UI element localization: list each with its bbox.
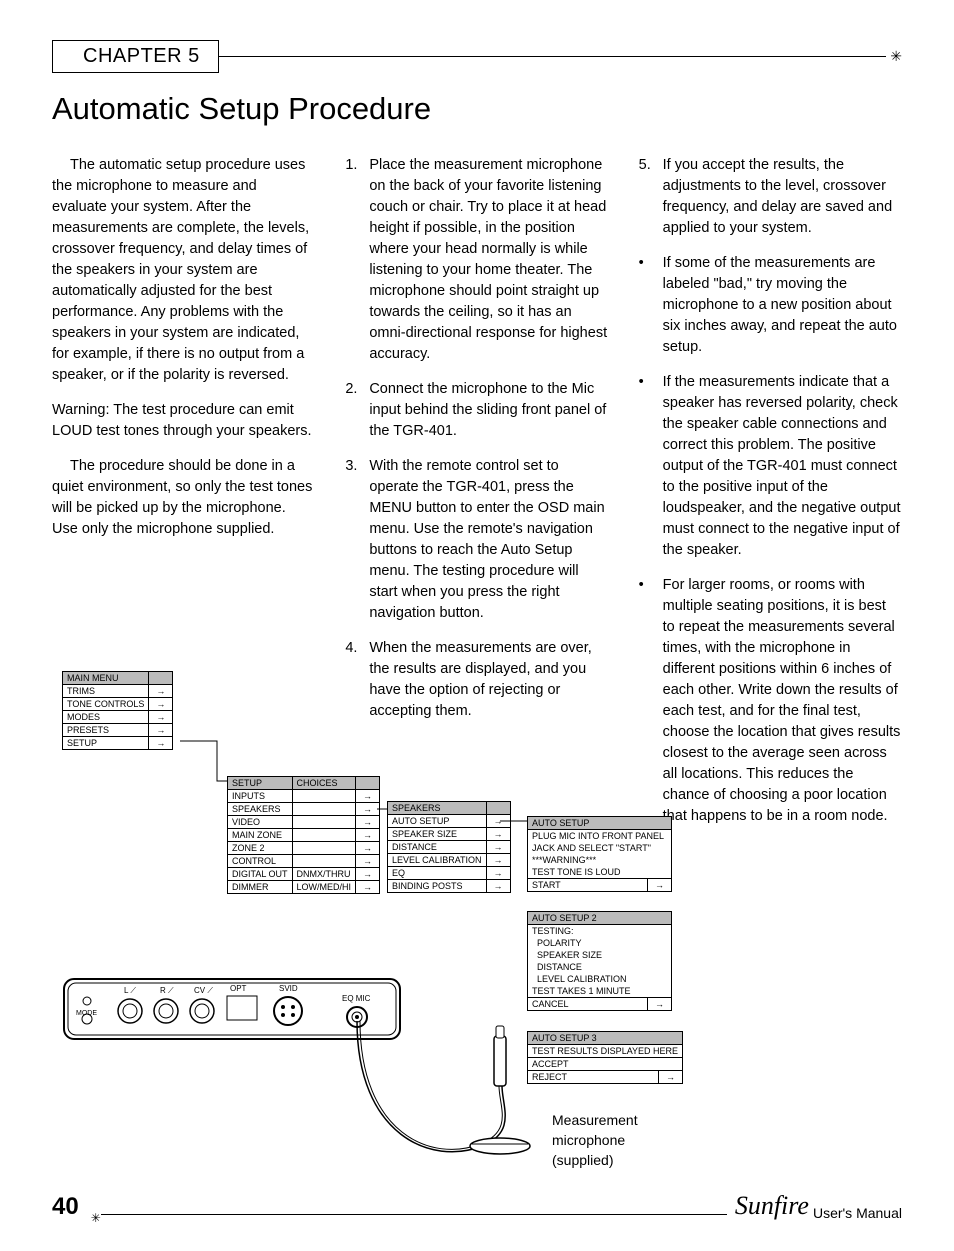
bullet-bad: •If some of the measurements are labeled… — [639, 253, 902, 358]
svg-text:CV ⟋: CV ⟋ — [194, 986, 213, 995]
svg-text:L ⟋: L ⟋ — [124, 986, 136, 995]
mic-cable-illustration — [352, 1016, 552, 1176]
page-title: Automatic Setup Procedure — [52, 91, 902, 127]
microphone-label: Measurement microphone (supplied) — [552, 1111, 638, 1170]
svg-text:MODE: MODE — [76, 1010, 97, 1017]
procedure-note: The procedure should be done in a quiet … — [52, 456, 315, 540]
warning-paragraph: Warning: The test procedure can emit LOU… — [52, 400, 315, 442]
crop-mark-icon: ✳ — [91, 1211, 101, 1225]
step-3: 3.With the remote control set to operate… — [345, 456, 608, 624]
svg-text:EQ MIC: EQ MIC — [342, 994, 371, 1003]
crop-mark-icon: ✳ — [890, 48, 902, 65]
menu-diagram: MAIN MENU TRIMS→ TONE CONTROLS→ MODES→ P… — [52, 661, 902, 1181]
page-footer: 40 ✳ Sunfire User's Manual — [52, 1191, 902, 1221]
step-5: 5.If you accept the results, the adjustm… — [639, 155, 902, 239]
step-2: 2.Connect the microphone to the Mic inpu… — [345, 379, 608, 442]
manual-label: User's Manual — [813, 1205, 902, 1221]
bullet-polarity: •If the measurements indicate that a spe… — [639, 372, 902, 561]
chapter-label: CHAPTER 5 — [52, 40, 219, 73]
svg-text:SVID: SVID — [279, 984, 298, 993]
step-1: 1.Place the measurement microphone on th… — [345, 155, 608, 365]
page-number: 40 — [52, 1193, 79, 1221]
intro-paragraph: The automatic setup procedure uses the m… — [52, 155, 315, 386]
rear-panel-illustration: MODE L ⟋ R ⟋ CV ⟋ SVID OPT EQ MIC — [62, 971, 402, 1061]
svg-text:OPT: OPT — [230, 984, 247, 993]
chapter-header: CHAPTER 5 ✳ — [52, 40, 902, 73]
svg-text:R ⟋: R ⟋ — [160, 986, 174, 995]
brand-logo: Sunfire — [735, 1191, 809, 1221]
